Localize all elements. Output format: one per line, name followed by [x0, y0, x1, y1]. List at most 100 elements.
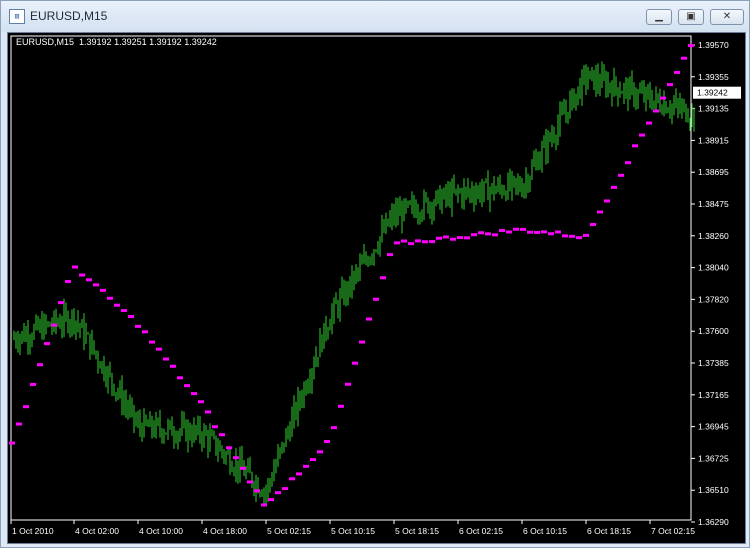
sar-dot	[121, 309, 127, 313]
x-tick-label: 5 Oct 02:15	[267, 526, 311, 536]
sar-dot	[86, 278, 92, 282]
sar-dot	[156, 347, 162, 351]
sar-dot	[317, 450, 323, 454]
sar-dot	[604, 199, 610, 203]
sar-dot	[44, 342, 50, 346]
sar-dot	[506, 230, 512, 234]
sar-dot	[394, 241, 400, 245]
sar-dot	[422, 240, 428, 244]
sar-dot	[653, 109, 659, 113]
close-button[interactable]: ✕	[710, 9, 744, 25]
sar-dot	[632, 144, 638, 148]
y-tick-label: 1.37820	[698, 294, 729, 304]
sar-dot	[149, 340, 155, 344]
sar-dot	[639, 133, 645, 137]
y-tick-label: 1.38475	[698, 199, 729, 209]
sar-dot	[548, 232, 554, 236]
y-tick-label: 1.38040	[698, 263, 729, 273]
y-tick-label: 1.36510	[698, 485, 729, 495]
plot-frame	[10, 35, 692, 521]
sar-dot	[562, 234, 568, 238]
sar-dot	[674, 70, 680, 74]
sar-dot	[275, 491, 281, 495]
sar-dot	[16, 422, 22, 426]
chart-canvas[interactable]: 1.39570 1.39355 1.39135 1.38915 1.38695 1.384…	[8, 33, 745, 543]
sar-dot	[93, 283, 99, 287]
x-tick-label: 5 Oct 10:15	[331, 526, 375, 536]
sar-dot	[289, 477, 295, 481]
y-tick-label: 1.39570	[698, 40, 729, 50]
maximize-icon: ▣	[686, 11, 696, 22]
sar-dot	[135, 324, 141, 328]
chart-window-icon[interactable]: ▥	[9, 9, 25, 24]
sar-dot	[373, 297, 379, 301]
window-title: EURUSD,M15	[30, 9, 108, 23]
sar-dot	[408, 242, 414, 246]
sar-dot	[520, 227, 526, 231]
x-tick-label: 1 Oct 2010	[12, 526, 54, 536]
sar-dot	[597, 210, 603, 214]
sar-dot	[310, 458, 316, 462]
sar-dot	[429, 240, 435, 244]
sar-dot	[240, 466, 246, 470]
maximize-button[interactable]: ▣	[678, 9, 704, 25]
sar-dot	[331, 426, 337, 430]
sar-dot	[114, 303, 120, 307]
sar-dot	[555, 230, 561, 234]
chart-window: ▥ EURUSD,M15 ▁ ▣ ✕ EURUSD,M15 1.39192 1.…	[0, 0, 750, 548]
y-tick-label: 1.37600	[698, 326, 729, 336]
sar-dot	[352, 361, 358, 365]
current-price-label: 1.39242	[697, 88, 728, 98]
sar-dot	[492, 233, 498, 237]
sar-dot	[527, 230, 533, 234]
sar-dot	[345, 382, 351, 386]
sar-dot	[142, 330, 148, 334]
sar-dot	[415, 239, 421, 243]
sar-dot	[681, 56, 687, 60]
sar-dot	[436, 236, 442, 240]
y-tick-label: 1.38695	[698, 167, 729, 177]
x-tick-label: 7 Oct 02:15	[651, 526, 695, 536]
x-tick-label: 4 Oct 10:00	[139, 526, 183, 536]
sar-dot	[583, 233, 589, 237]
sar-dot	[79, 273, 85, 277]
sar-dot	[282, 487, 288, 491]
sar-dot	[646, 121, 652, 125]
sar-dot	[163, 357, 169, 361]
sar-dot	[30, 382, 36, 386]
sar-dot	[177, 376, 183, 380]
sar-dot	[499, 229, 505, 233]
sar-dot	[380, 276, 386, 280]
sar-dot	[485, 232, 491, 236]
sar-dot	[303, 464, 309, 468]
price-chart[interactable]: EURUSD,M15 1.39192 1.39251 1.39192 1.392…	[7, 32, 746, 544]
sar-dot	[660, 96, 666, 100]
sar-dot	[296, 472, 302, 476]
title-bar[interactable]: ▥ EURUSD,M15 ▁ ▣ ✕	[1, 1, 749, 32]
y-tick-label: 1.37165	[698, 390, 729, 400]
x-tick-label: 4 Oct 18:00	[203, 526, 247, 536]
close-icon: ✕	[722, 11, 732, 22]
y-tick-label: 1.38915	[698, 135, 729, 145]
sar-dot	[51, 323, 57, 327]
y-tick-label: 1.36725	[698, 453, 729, 463]
sar-dot	[65, 280, 71, 284]
sar-dot	[534, 230, 540, 234]
sar-dot	[590, 223, 596, 227]
y-tick-label: 1.38260	[698, 231, 729, 241]
sar-dot	[569, 234, 575, 238]
sar-dot	[513, 227, 519, 231]
sar-dot	[478, 231, 484, 235]
sar-dot	[23, 405, 29, 409]
sar-dot	[450, 237, 456, 241]
y-tick-label: 1.37385	[698, 358, 729, 368]
x-tick-label: 6 Oct 10:15	[523, 526, 567, 536]
sar-dot	[338, 404, 344, 408]
x-tick-label: 6 Oct 18:15	[587, 526, 631, 536]
sar-dot	[107, 296, 113, 300]
y-tick-label: 1.39135	[698, 104, 729, 114]
sar-dot	[443, 235, 449, 239]
sar-dot	[576, 236, 582, 240]
x-tick-label: 5 Oct 18:15	[395, 526, 439, 536]
minimize-button[interactable]: ▁	[646, 9, 672, 25]
